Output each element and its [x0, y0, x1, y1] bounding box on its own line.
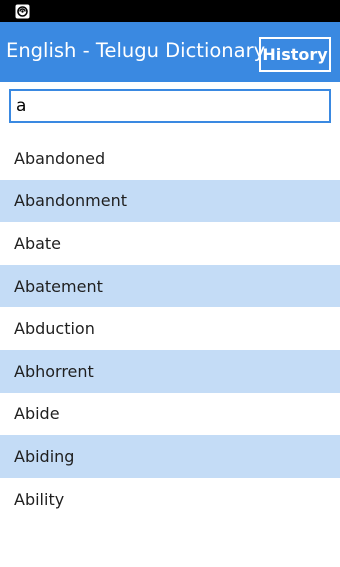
word-list-item[interactable]: Abate: [0, 222, 340, 265]
word-list-item[interactable]: Ability: [0, 477, 340, 521]
app-notification-icon: [15, 4, 30, 19]
word-list-item[interactable]: Abatement: [0, 264, 340, 308]
word-list-item[interactable]: Abiding: [0, 435, 340, 478]
status-bar: [0, 0, 340, 22]
history-button[interactable]: History: [259, 37, 331, 72]
word-list-item[interactable]: Abandonment: [0, 179, 340, 223]
word-list-item[interactable]: Abide: [0, 392, 340, 436]
word-list-item[interactable]: Abduction: [0, 307, 340, 350]
word-list: Abandoned Abandonment Abate Abatement Abduct…: [0, 137, 340, 521]
word-list-item[interactable]: Abandoned: [0, 137, 340, 180]
app-header: English - Telugu Dictionary History: [0, 22, 340, 82]
word-list-item[interactable]: Abhorrent: [0, 349, 340, 393]
search-input[interactable]: [9, 89, 331, 123]
app-title: English - Telugu Dictionary: [6, 39, 266, 62]
